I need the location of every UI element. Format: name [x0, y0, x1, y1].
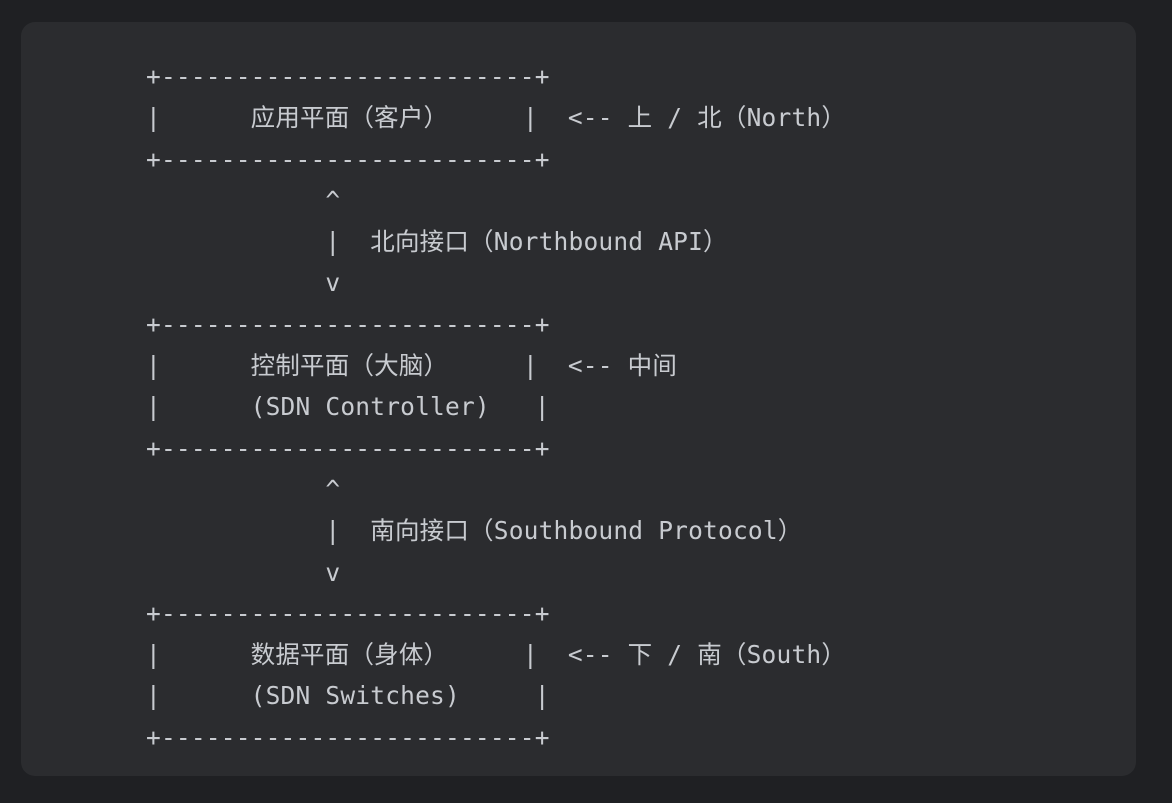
- sdn-switches-label: | (SDN Switches) |: [146, 681, 550, 711]
- bottom-border-data: +-------------------------+: [146, 722, 550, 752]
- southbound-interface-label: | 南向接口（Southbound Protocol）: [146, 516, 803, 546]
- top-border-application: +-------------------------+: [146, 62, 550, 91]
- top-border-data: +-------------------------+: [146, 598, 550, 628]
- bottom-border-control: +-------------------------+: [146, 433, 550, 463]
- bottom-border-application: +-------------------------+: [146, 144, 550, 174]
- sdn-controller-label: | (SDN Controller) |: [146, 392, 550, 422]
- application-plane-label: | 应用平面（客户） | <-- 上 / 北（North）: [146, 103, 847, 133]
- control-plane-label: | 控制平面（大脑） | <-- 中间: [146, 351, 678, 381]
- southbound-arrow-up: ^: [146, 474, 341, 504]
- code-block-card: +-------------------------+ | 应用平面（客户） | …: [21, 22, 1136, 776]
- northbound-interface-label: | 北向接口（Northbound API）: [146, 227, 728, 257]
- top-border-control: +-------------------------+: [146, 309, 550, 339]
- northbound-arrow-up: ^: [146, 185, 341, 215]
- southbound-arrow-down: v: [146, 557, 341, 587]
- northbound-arrow-down: v: [146, 268, 341, 298]
- data-plane-label: | 数据平面（身体） | <-- 下 / 南（South）: [146, 640, 847, 670]
- sdn-architecture-diagram: +-------------------------+ | 应用平面（客户） | …: [146, 56, 846, 758]
